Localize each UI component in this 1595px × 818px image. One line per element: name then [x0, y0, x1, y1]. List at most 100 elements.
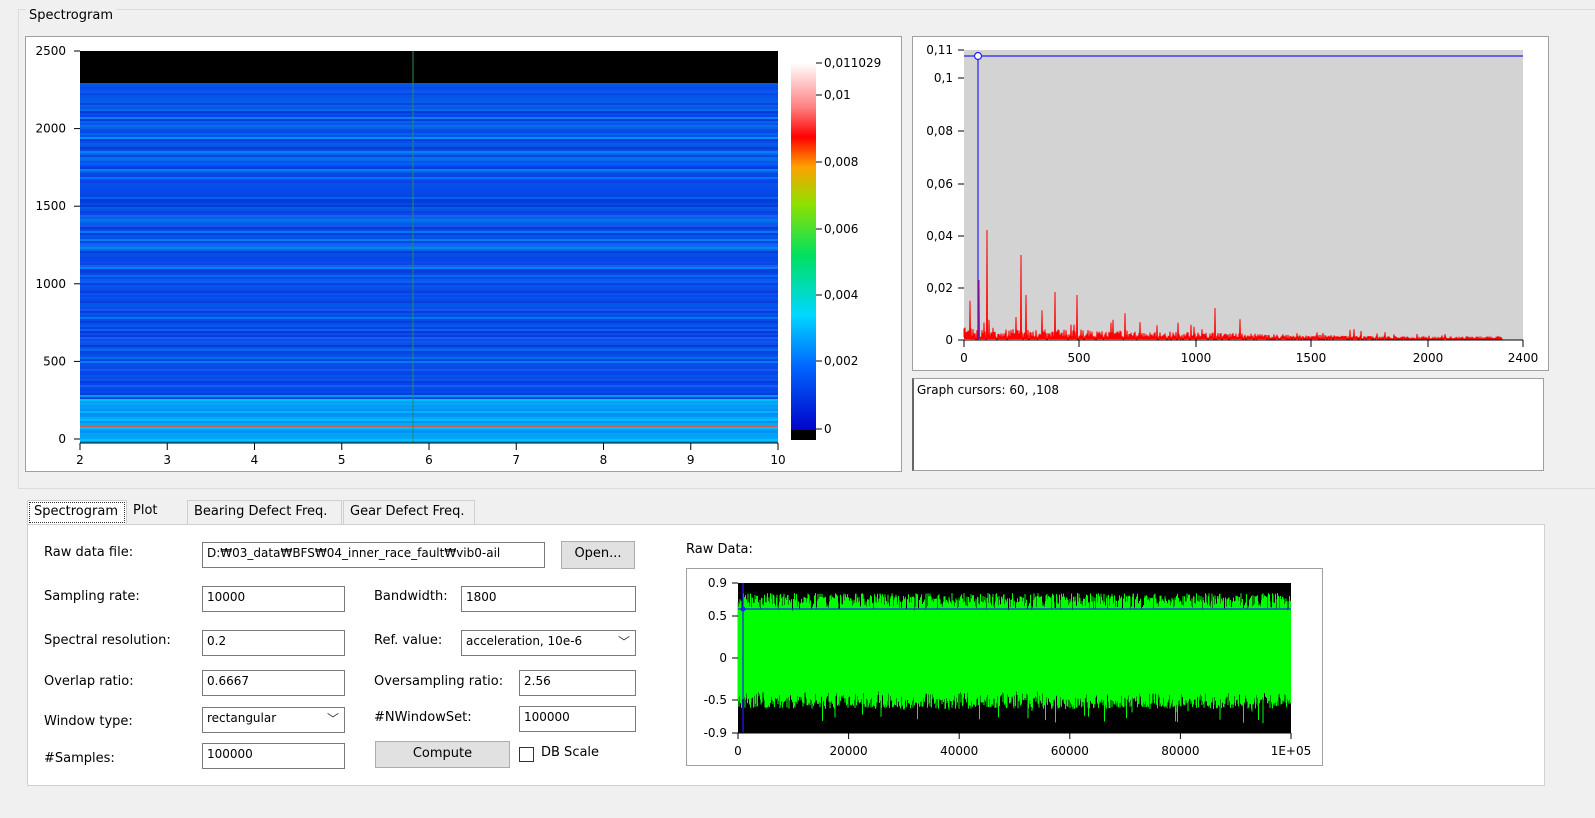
spectrogram-band	[80, 319, 778, 321]
x-tick-label: 0	[960, 351, 968, 365]
compute-button[interactable]: Compute	[375, 741, 510, 768]
window-type-select[interactable]: rectangular ﹀	[202, 707, 345, 733]
colorbar-tick-label: 0,011029	[824, 56, 881, 70]
y-tick-label: 0,04	[926, 229, 953, 243]
spectrogram-band	[80, 239, 778, 241]
spectrogram-band	[80, 137, 778, 139]
spectrum-svg: 0,11 0,1 0,08 0,06 0,04 0,02 0 0 500 1000 1500 200…	[926, 43, 1538, 365]
x-tick-label: 4	[251, 453, 259, 467]
tab-gear-defect-freq[interactable]: Gear Defect Freq.	[343, 500, 475, 524]
spectrogram-band	[80, 299, 778, 301]
spectrogram-band	[80, 387, 778, 389]
spectrogram-band	[80, 219, 778, 221]
spectrogram-band	[80, 411, 778, 413]
spectrogram-band	[80, 339, 778, 341]
spectrogram-band	[80, 397, 778, 399]
y-tick-label: 2000	[35, 122, 66, 136]
spectrogram-band	[80, 167, 778, 169]
spectrogram-band	[80, 109, 778, 111]
spectrogram-band	[80, 439, 778, 441]
spectrogram-band	[80, 101, 778, 103]
spectrogram-band	[80, 271, 778, 273]
tab-bearing-defect-freq[interactable]: Bearing Defect Freq.	[187, 500, 342, 524]
spectrogram-band	[80, 331, 778, 333]
spectrogram-band	[80, 327, 778, 329]
spectrum-x-ticks: 0 500 1000 1500 2000 2400	[960, 340, 1538, 365]
spectrogram-band	[80, 121, 778, 123]
x-tick-label: 1E+05	[1271, 744, 1312, 758]
open-button[interactable]: Open...	[561, 541, 635, 569]
spectrogram-band	[80, 217, 778, 219]
spectrogram-band	[80, 343, 778, 345]
oversampling-ratio-input[interactable]: 2.56	[519, 670, 636, 696]
y-tick-label: 500	[43, 354, 66, 368]
x-tick-label: 0	[734, 744, 742, 758]
spectral-resolution-input[interactable]: 0.2	[202, 630, 345, 656]
y-tick-label: 1000	[35, 277, 66, 291]
db-scale-label: DB Scale	[541, 745, 600, 760]
spectrogram-band	[80, 323, 778, 325]
spectrogram-band	[80, 311, 778, 313]
spectrogram-band	[80, 181, 778, 183]
y-tick-label: -0.9	[704, 726, 727, 740]
spectrogram-band	[80, 255, 778, 257]
spectrogram-band	[80, 267, 778, 269]
spectrum-plot[interactable]: 0,11 0,1 0,08 0,06 0,04 0,02 0 0 500 1000 1500 200…	[912, 36, 1549, 371]
spectrogram-band	[80, 231, 778, 233]
spectrogram-band	[80, 251, 778, 253]
y-tick-label: 0	[945, 333, 953, 347]
raw-data-cursor-handle	[740, 606, 746, 612]
y-tick-label: 0,06	[926, 177, 953, 191]
spectrogram-band	[80, 289, 778, 291]
cursor-readout-box[interactable]: Graph cursors: 60, ,108	[912, 378, 1544, 471]
spectrogram-band	[80, 159, 778, 161]
spectrogram-band	[80, 345, 778, 347]
spectrogram-plot[interactable]: 2500 2000 1500 1000 500 0 2 3 4 5 6 7 8 9 10 0,011029…	[25, 36, 902, 472]
sampling-rate-input[interactable]: 10000	[202, 586, 345, 612]
colorbar-tick-label: 0	[824, 422, 832, 436]
cursor-readout-text: Graph cursors: 60, ,108	[917, 383, 1060, 397]
spectrogram-band	[80, 175, 778, 177]
ref-value-select[interactable]: acceleration, 10e-6 ﹀	[461, 630, 636, 656]
colorbar-tick-label: 0,008	[824, 155, 858, 169]
x-tick-label: 2	[76, 453, 84, 467]
spectrogram-band	[80, 169, 778, 171]
spectrogram-band	[80, 107, 778, 109]
spectrogram-band	[80, 321, 778, 323]
spectrogram-band	[80, 363, 778, 365]
spectrogram-band	[80, 247, 778, 249]
spectrogram-band	[80, 143, 778, 145]
bandwidth-input[interactable]: 1800	[461, 586, 636, 612]
spectrogram-band	[80, 237, 778, 239]
spectrogram-band	[80, 415, 778, 417]
sampling-rate-label: Sampling rate:	[44, 589, 140, 604]
db-scale-checkbox[interactable]	[519, 747, 534, 762]
spectrogram-band	[80, 213, 778, 215]
spectrogram-band	[80, 389, 778, 391]
spectrogram-band	[80, 173, 778, 175]
x-tick-label: 7	[512, 453, 520, 467]
tab-plot[interactable]: Plot	[127, 500, 185, 524]
spectrogram-band	[80, 195, 778, 197]
nwindowset-input[interactable]: 100000	[519, 706, 636, 732]
spectrogram-band	[80, 189, 778, 191]
samples-input[interactable]: 100000	[202, 743, 345, 769]
spectrogram-band	[80, 325, 778, 327]
overlap-ratio-input[interactable]: 0.6667	[202, 670, 345, 696]
spectrogram-band	[80, 191, 778, 193]
spectrogram-band	[80, 385, 778, 387]
raw-data-svg: 0.9 0.5 0 -0.5 -0.9 0 20000 40000 60000 80000 1E+…	[704, 576, 1312, 758]
colorbar-tick-label: 0,006	[824, 222, 858, 236]
spectrogram-band	[80, 265, 778, 267]
spectrogram-band	[80, 125, 778, 127]
tab-spectrogram[interactable]: Spectrogram	[27, 500, 127, 525]
raw-data-plot[interactable]: 0.9 0.5 0 -0.5 -0.9 0 20000 40000 60000 80000 1E+…	[686, 568, 1323, 766]
spectrogram-band	[80, 277, 778, 279]
spectrogram-band	[80, 285, 778, 287]
spectrogram-band	[80, 93, 778, 95]
spectrogram-band	[80, 417, 778, 419]
spectrogram-band	[80, 383, 778, 385]
raw-data-file-input[interactable]: D:₩03_data₩BFS₩04_inner_race_fault₩vib0-…	[202, 542, 545, 568]
spectrogram-band	[80, 301, 778, 303]
spectrum-plot-area	[964, 50, 1523, 340]
